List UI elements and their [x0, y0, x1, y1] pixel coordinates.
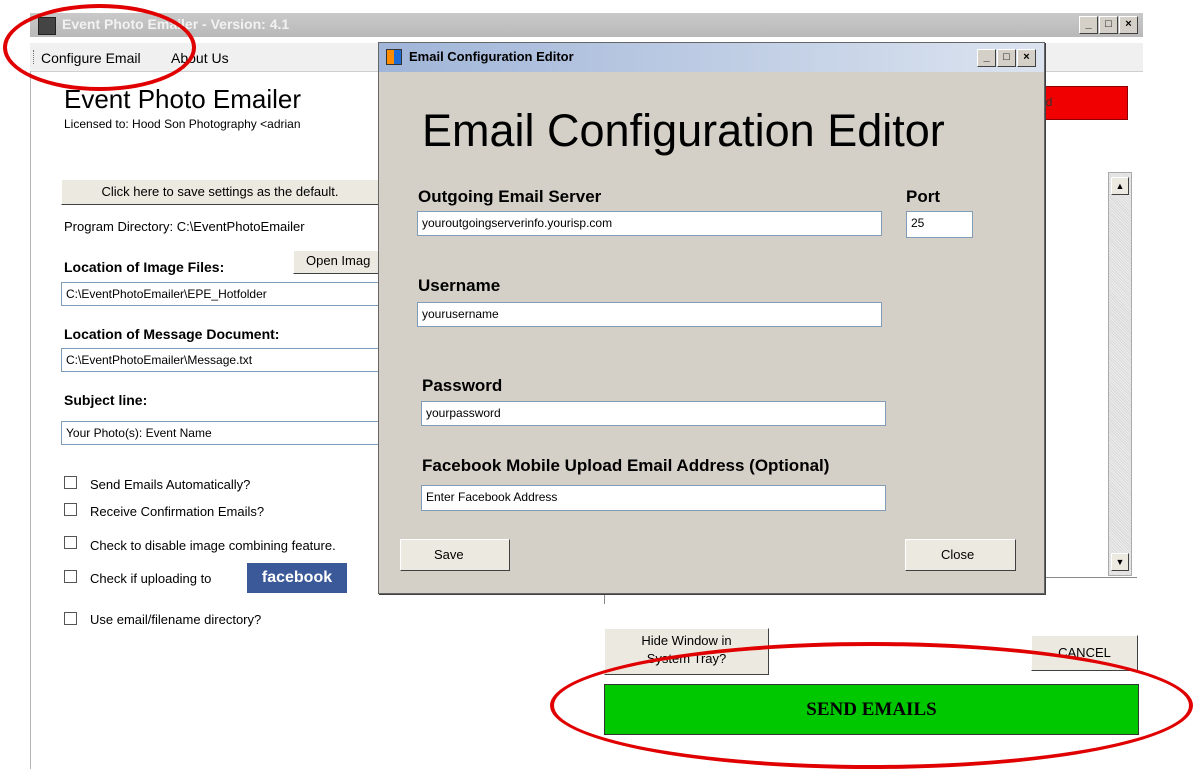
- username-label: Username: [418, 276, 501, 295]
- facebook-logo: facebook: [247, 563, 347, 593]
- open-images-button[interactable]: Open Imag: [293, 250, 383, 274]
- minimize-icon[interactable]: _: [977, 49, 996, 67]
- port-label: Port: [906, 187, 940, 206]
- window-left-border: [30, 71, 31, 769]
- confirmation-checkbox[interactable]: [64, 503, 77, 516]
- username-input[interactable]: yourusername: [417, 302, 882, 327]
- main-title-bar[interactable]: Event Photo Emailer - Version: 4.1 _ □ ×: [30, 13, 1143, 37]
- facebook-address-label: Facebook Mobile Upload Email Address (Op…: [422, 456, 830, 475]
- send-auto-checkbox[interactable]: [64, 476, 77, 489]
- email-directory-label: Use email/filename directory?: [90, 612, 262, 627]
- message-doc-input[interactable]: C:\EventPhotoEmailer\Message.txt: [61, 348, 379, 372]
- facebook-upload-label: Check if uploading to: [90, 571, 212, 586]
- password-label: Password: [422, 376, 503, 395]
- dialog-heading: Email Configuration Editor: [422, 105, 945, 156]
- close-icon[interactable]: ×: [1119, 16, 1138, 34]
- log-panel: [1045, 172, 1108, 576]
- log-panel-bottom-rule: [1045, 577, 1137, 578]
- subject-label: Subject line:: [64, 392, 148, 408]
- message-doc-label: Location of Message Document:: [64, 326, 280, 342]
- server-label: Outgoing Email Server: [418, 187, 602, 206]
- image-files-input[interactable]: C:\EventPhotoEmailer\EPE_Hotfolder: [61, 282, 379, 306]
- minimize-icon[interactable]: _: [1079, 16, 1098, 34]
- confirmation-label: Receive Confirmation Emails?: [90, 504, 265, 519]
- facebook-upload-checkbox[interactable]: [64, 570, 77, 583]
- divider-tick: [604, 594, 605, 604]
- disable-combining-label: Check to disable image combining feature…: [90, 538, 336, 553]
- image-files-label: Location of Image Files:: [64, 259, 225, 275]
- email-config-dialog: Email Configuration Editor _ □ × Email C…: [378, 42, 1045, 594]
- close-icon[interactable]: ×: [1017, 49, 1036, 67]
- dialog-icon: [386, 49, 402, 65]
- send-auto-label: Send Emails Automatically?: [90, 477, 251, 492]
- facebook-address-input[interactable]: Enter Facebook Address: [421, 485, 886, 511]
- maximize-icon[interactable]: □: [1099, 16, 1118, 34]
- save-button[interactable]: Save: [400, 539, 510, 571]
- license-text: Licensed to: Hood Son Photography <adria…: [64, 117, 301, 131]
- save-default-button[interactable]: Click here to save settings as the defau…: [61, 179, 379, 205]
- disable-combining-checkbox[interactable]: [64, 536, 77, 549]
- close-button[interactable]: Close: [905, 539, 1016, 571]
- dialog-title: Email Configuration Editor: [409, 49, 574, 64]
- port-input[interactable]: 25: [906, 211, 973, 238]
- password-input[interactable]: yourpassword: [421, 401, 886, 426]
- dialog-title-bar[interactable]: Email Configuration Editor _ □ ×: [379, 43, 1044, 72]
- email-directory-checkbox[interactable]: [64, 612, 77, 625]
- maximize-icon[interactable]: □: [997, 49, 1016, 67]
- log-scrollbar[interactable]: ▲ ▼: [1108, 172, 1132, 576]
- annotation-ellipse-send: [550, 642, 1193, 769]
- scroll-up-arrow-icon[interactable]: ▲: [1111, 177, 1129, 195]
- annotation-ellipse-menu: [3, 4, 196, 91]
- program-directory: Program Directory: C:\EventPhotoEmailer: [64, 219, 305, 234]
- server-input[interactable]: youroutgoingserverinfo.yourisp.com: [417, 211, 882, 236]
- scroll-down-arrow-icon[interactable]: ▼: [1111, 553, 1129, 571]
- subject-input[interactable]: Your Photo(s): Event Name: [61, 421, 379, 445]
